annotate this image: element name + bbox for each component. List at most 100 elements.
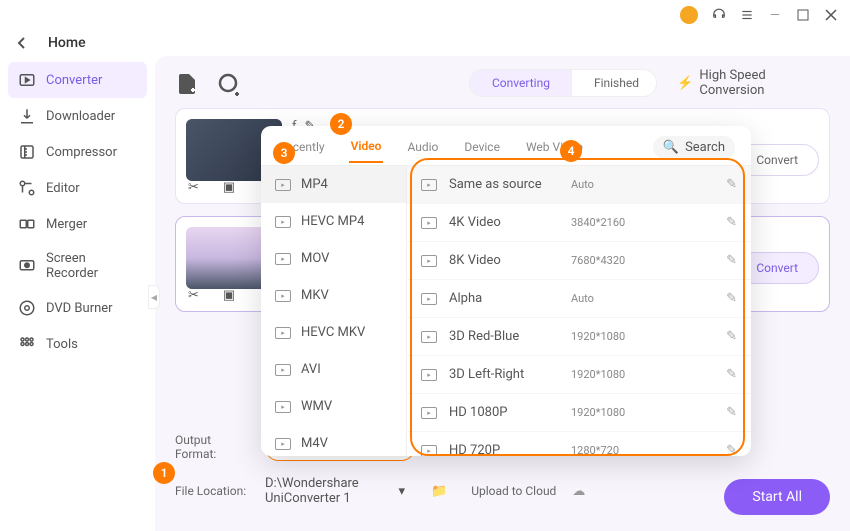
video-format-icon: ▸ <box>421 445 437 457</box>
start-all-button[interactable]: Start All <box>724 479 830 515</box>
high-speed-toggle[interactable]: ⚡ High Speed Conversion <box>677 68 830 98</box>
screen-recorder-icon <box>18 257 36 275</box>
edit-icon[interactable]: ✎ <box>726 367 737 382</box>
edit-icon[interactable]: ✎ <box>726 291 737 306</box>
crop-icon[interactable]: ▣ <box>223 288 235 303</box>
titlebar: — <box>0 0 850 30</box>
chevron-down-icon: ▾ <box>398 484 405 499</box>
edit-icon[interactable]: ✎ <box>726 215 737 230</box>
sidebar-item-merger[interactable]: Merger <box>8 206 147 242</box>
edit-icon[interactable]: ✎ <box>726 253 737 268</box>
sidebar-item-tools[interactable]: Tools <box>8 326 147 362</box>
dvd-icon <box>18 299 36 317</box>
sidebar-item-screen-recorder[interactable]: Screen Recorder <box>8 242 147 290</box>
tab-video[interactable]: Video <box>349 139 384 163</box>
preset-list: ▸Same as sourceAuto✎ ▸4K Video3840*2160✎… <box>407 166 751 456</box>
video-format-icon: ▸ <box>421 179 437 191</box>
edit-icon[interactable]: ✎ <box>726 177 737 192</box>
file-location-label: File Location: <box>175 484 255 498</box>
tab-device[interactable]: Device <box>462 140 502 162</box>
add-file-button[interactable] <box>175 72 197 94</box>
video-format-icon: ▸ <box>275 179 291 191</box>
format-list: ▸MP4 ▸HEVC MP4 ▸MOV ▸MKV ▸HEVC MKV ▸AVI … <box>261 166 407 456</box>
annotation-3: 3 <box>273 142 295 164</box>
format-hevc-mp4[interactable]: ▸HEVC MP4 <box>261 203 406 240</box>
upload-label: Upload to Cloud <box>471 484 556 498</box>
close-button[interactable] <box>824 8 838 22</box>
video-format-icon: ▸ <box>421 255 437 267</box>
headset-icon[interactable] <box>712 8 726 22</box>
add-url-button[interactable] <box>217 72 239 94</box>
format-mkv[interactable]: ▸MKV <box>261 277 406 314</box>
video-format-icon: ▸ <box>275 216 291 228</box>
preset-item[interactable]: ▸AlphaAuto✎ <box>407 280 751 318</box>
format-wmv[interactable]: ▸WMV <box>261 388 406 425</box>
back-button[interactable] <box>14 35 30 51</box>
preset-item[interactable]: ▸HD 720P1280*720✎ <box>407 432 751 456</box>
file-location-select[interactable]: D:\Wondershare UniConverter 1 ▾ <box>265 471 415 511</box>
header: Home <box>0 30 850 56</box>
edit-icon[interactable]: ✎ <box>726 329 737 344</box>
page-title: Home <box>48 35 86 51</box>
video-format-icon: ▸ <box>421 331 437 343</box>
annotation-2: 2 <box>330 113 352 135</box>
preset-item[interactable]: ▸3D Left-Right1920*1080✎ <box>407 356 751 394</box>
toolbar: Converting Finished ⚡ High Speed Convers… <box>175 68 830 98</box>
sidebar-item-dvd-burner[interactable]: DVD Burner <box>8 290 147 326</box>
format-hevc-mkv[interactable]: ▸HEVC MKV <box>261 314 406 351</box>
merger-icon <box>18 215 36 233</box>
maximize-button[interactable] <box>796 8 810 22</box>
file-location-value: D:\Wondershare UniConverter 1 <box>265 476 398 506</box>
search-placeholder: Search <box>685 140 725 155</box>
format-popup: Recently Video Audio Device Web Video 🔍 … <box>261 126 751 456</box>
sidebar-item-label: Converter <box>46 73 102 88</box>
sidebar-item-label: Merger <box>46 217 87 232</box>
cloud-icon[interactable]: ☁ <box>572 484 585 499</box>
video-format-icon: ▸ <box>275 327 291 339</box>
sidebar-item-label: Compressor <box>46 145 117 160</box>
sidebar-item-editor[interactable]: Editor <box>8 170 147 206</box>
menu-icon[interactable] <box>740 8 754 22</box>
preset-item[interactable]: ▸8K Video7680*4320✎ <box>407 242 751 280</box>
video-format-icon: ▸ <box>275 401 291 413</box>
seg-converting[interactable]: Converting <box>470 70 572 96</box>
scissors-icon[interactable]: ✂ <box>188 180 199 195</box>
video-format-icon: ▸ <box>421 293 437 305</box>
tab-audio[interactable]: Audio <box>405 140 440 162</box>
preset-item[interactable]: ▸3D Red-Blue1920*1080✎ <box>407 318 751 356</box>
avatar[interactable] <box>680 6 698 24</box>
sidebar-item-downloader[interactable]: Downloader <box>8 98 147 134</box>
sidebar-item-compressor[interactable]: Compressor <box>8 134 147 170</box>
preset-item[interactable]: ▸4K Video3840*2160✎ <box>407 204 751 242</box>
sidebar-item-label: Editor <box>46 181 80 196</box>
format-mov[interactable]: ▸MOV <box>261 240 406 277</box>
minimize-button[interactable]: — <box>768 8 782 22</box>
video-format-icon: ▸ <box>421 217 437 229</box>
format-avi[interactable]: ▸AVI <box>261 351 406 388</box>
sidebar-collapse[interactable]: ◀ <box>148 285 160 309</box>
sidebar-item-label: Screen Recorder <box>46 251 137 281</box>
video-format-icon: ▸ <box>421 369 437 381</box>
video-format-icon: ▸ <box>275 438 291 450</box>
video-format-icon: ▸ <box>275 253 291 265</box>
video-format-icon: ▸ <box>421 407 437 419</box>
format-mp4[interactable]: ▸MP4 <box>261 166 406 203</box>
format-search[interactable]: 🔍 Search <box>653 136 735 159</box>
folder-icon[interactable]: 📁 <box>431 484 447 499</box>
preset-item[interactable]: ▸HD 1080P1920*1080✎ <box>407 394 751 432</box>
downloader-icon <box>18 107 36 125</box>
seg-finished[interactable]: Finished <box>572 70 657 96</box>
format-m4v[interactable]: ▸M4V <box>261 425 406 456</box>
video-format-icon: ▸ <box>275 290 291 302</box>
sidebar-item-label: DVD Burner <box>46 301 113 316</box>
edit-icon[interactable]: ✎ <box>726 443 737 456</box>
edit-icon[interactable]: ✎ <box>726 405 737 420</box>
preset-item[interactable]: ▸Same as sourceAuto✎ <box>407 166 751 204</box>
status-segmented: Converting Finished <box>469 69 657 97</box>
crop-icon[interactable]: ▣ <box>223 180 235 195</box>
sidebar-item-converter[interactable]: Converter <box>8 62 147 98</box>
lightning-icon: ⚡ <box>677 76 693 91</box>
converter-icon <box>18 71 36 89</box>
scissors-icon[interactable]: ✂ <box>188 288 199 303</box>
video-format-icon: ▸ <box>275 364 291 376</box>
